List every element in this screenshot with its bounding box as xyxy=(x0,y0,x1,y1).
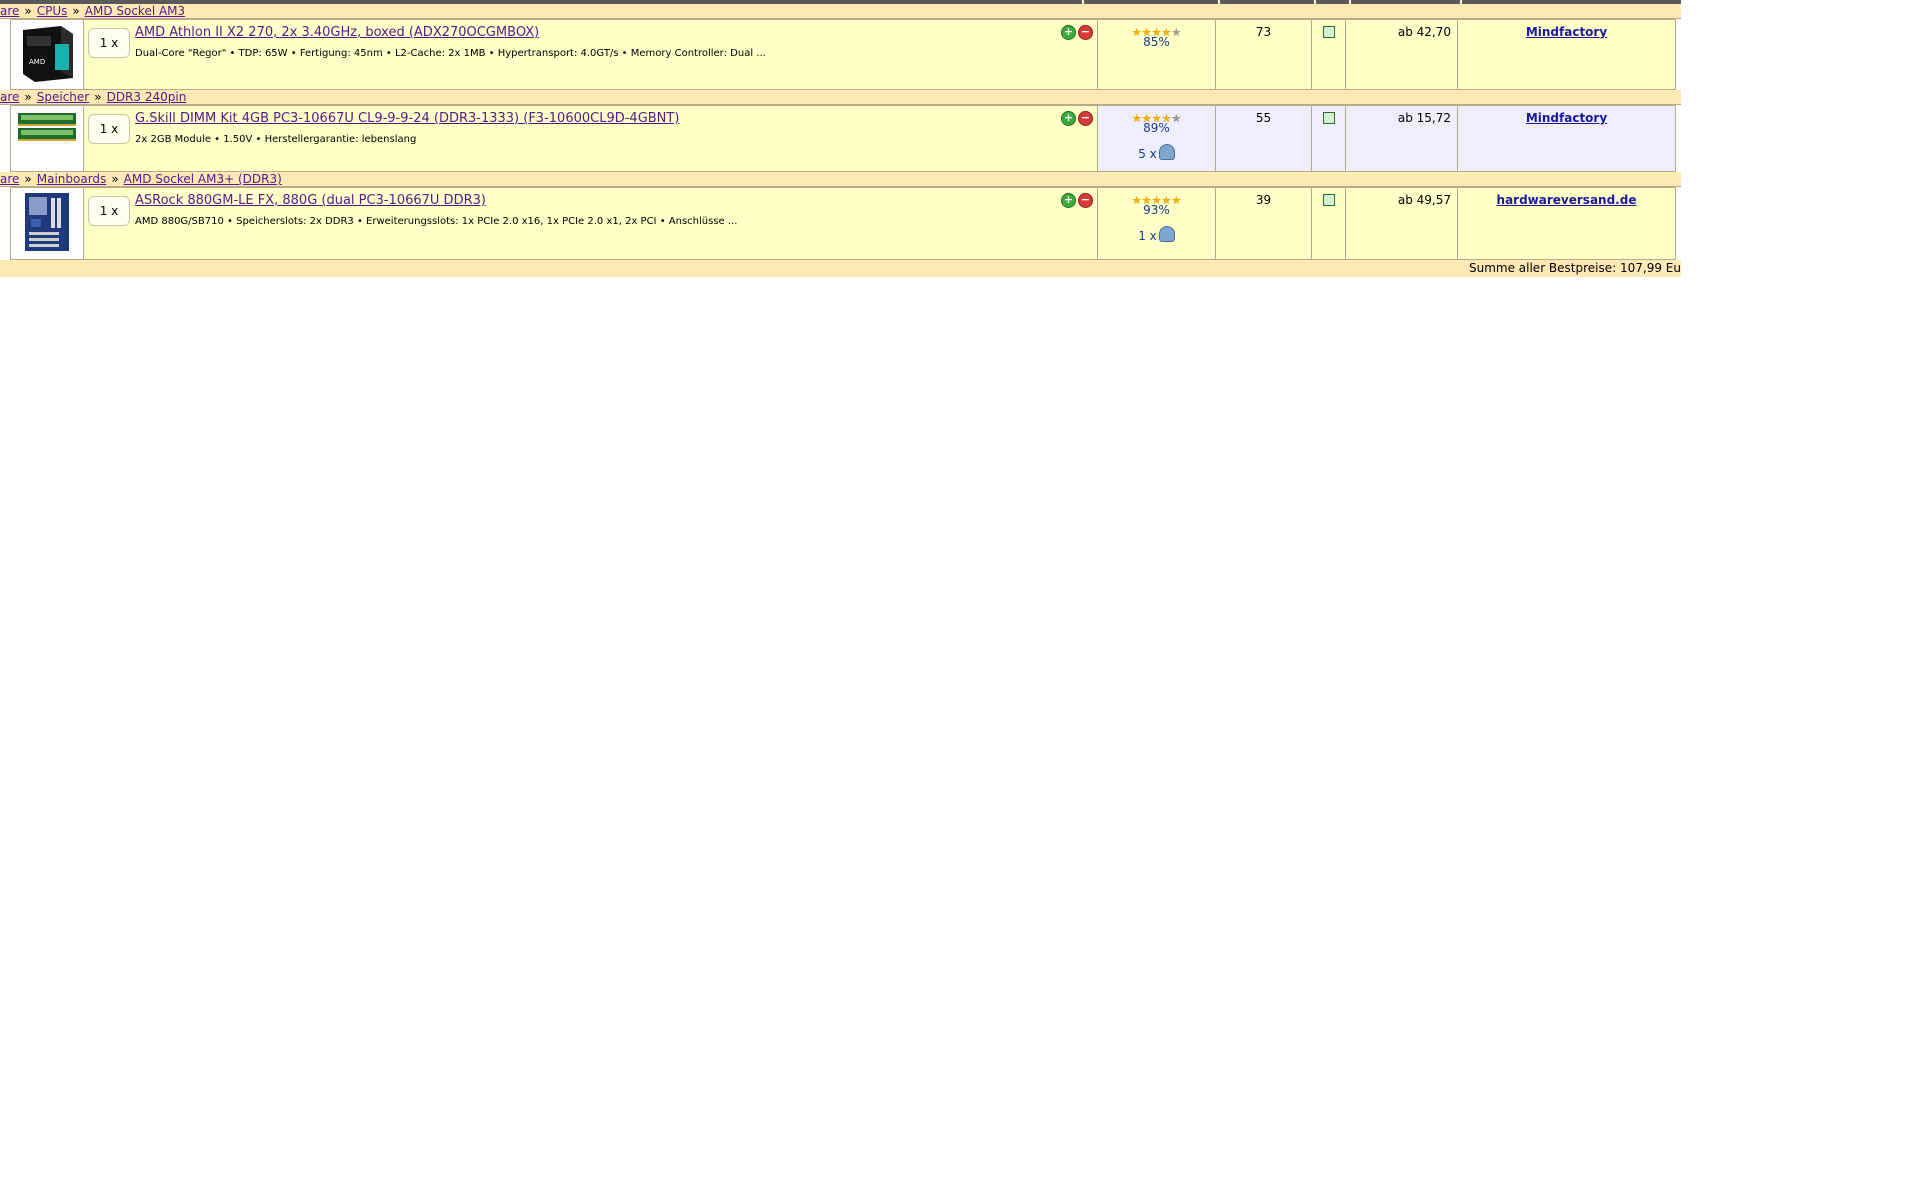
rating-cell: ★★★★★ 93% 1 x xyxy=(1097,187,1216,260)
rating-percent: 93% xyxy=(1143,203,1170,217)
breadcrumb-link[interactable]: Mainboards xyxy=(37,172,107,186)
star-icon: ★ xyxy=(1171,112,1182,125)
rating-cell: ★★★★★ 89% 5 x xyxy=(1097,105,1216,172)
rating-percent: 85% xyxy=(1143,35,1170,49)
shop-link[interactable]: Mindfactory xyxy=(1526,25,1607,39)
rating-percent: 89% xyxy=(1143,121,1170,135)
price-cell: ab 49,57 xyxy=(1345,187,1458,260)
product-image-cell xyxy=(10,105,84,172)
comparison-list: are» CPUs» AMD Sockel AM3 AMD 1 x AMD Athl… xyxy=(0,0,1681,277)
shop-cell: hardwareversand.de xyxy=(1457,187,1676,260)
star-icon: ★ xyxy=(1171,194,1182,207)
cpu-box-image[interactable]: AMD xyxy=(17,24,77,82)
count-cell: 39 xyxy=(1215,187,1312,260)
count-cell: 73 xyxy=(1215,19,1312,90)
qty-controls: + − xyxy=(1059,193,1093,208)
checkbox-cell xyxy=(1311,105,1346,172)
minus-icon[interactable]: − xyxy=(1078,25,1093,40)
quantity-field[interactable]: 1 x xyxy=(88,28,130,58)
shop-link[interactable]: hardwareversand.de xyxy=(1497,193,1637,207)
breadcrumb-link[interactable]: CPUs xyxy=(37,4,68,18)
star-icon: ★ xyxy=(1171,26,1182,39)
star-icon: ★ xyxy=(1131,26,1142,39)
select-checkbox[interactable] xyxy=(1322,194,1335,206)
shop-link[interactable]: Mindfactory xyxy=(1526,111,1607,125)
product-row: 1 x ASRock 880GM-LE FX, 880G (dual PC3-1… xyxy=(10,187,1676,260)
breadcrumb-link[interactable]: are xyxy=(0,90,19,104)
price-value: ab 49,57 xyxy=(1397,193,1451,207)
breadcrumb-link[interactable]: are xyxy=(0,172,19,186)
product-description: Dual-Core "Regor" • TDP: 65W • Fertigung… xyxy=(135,48,766,59)
user-icon xyxy=(1158,226,1175,242)
breadcrumb-link[interactable]: are xyxy=(0,4,19,18)
product-description: 2x 2GB Module • 1.50V • Herstellergarant… xyxy=(135,134,417,145)
review-count-label: 1 x xyxy=(1138,229,1157,243)
checkbox-cell xyxy=(1311,19,1346,90)
price-cell: ab 15,72 xyxy=(1345,105,1458,172)
quantity-field[interactable]: 1 x xyxy=(88,114,130,144)
product-description: AMD 880G/SB710 • Speicherslots: 2x DDR3 … xyxy=(135,216,738,227)
price-value: ab 42,70 xyxy=(1397,25,1451,39)
product-image-cell xyxy=(10,187,84,260)
price-value: ab 15,72 xyxy=(1397,111,1451,125)
count-value: 73 xyxy=(1255,25,1272,39)
svg-text:AMD: AMD xyxy=(29,58,45,66)
breadcrumb-link[interactable]: AMD Sockel AM3+ (DDR3) xyxy=(124,172,282,186)
select-checkbox[interactable] xyxy=(1322,112,1335,124)
star-icon: ★ xyxy=(1131,112,1142,125)
checkbox-cell xyxy=(1311,187,1346,260)
product-title-link[interactable]: G.Skill DIMM Kit 4GB PC3-10667U CL9-9-9-… xyxy=(135,111,679,126)
ram-modules-image[interactable] xyxy=(17,110,77,144)
product-image-cell: AMD xyxy=(10,19,84,90)
star-icon: ★ xyxy=(1131,194,1142,207)
breadcrumb-link[interactable]: Speicher xyxy=(37,90,89,104)
breadcrumb: are» CPUs» AMD Sockel AM3 xyxy=(0,4,1681,19)
qty-controls: + − xyxy=(1059,111,1093,126)
quantity-field[interactable]: 1 x xyxy=(88,196,130,226)
rating-cell: ★★★★★ 85% xyxy=(1097,19,1216,90)
review-count-label: 5 x xyxy=(1138,147,1157,161)
review-count[interactable]: 5 x xyxy=(1098,144,1215,161)
minus-icon[interactable]: − xyxy=(1078,193,1093,208)
user-icon xyxy=(1158,144,1175,160)
product-row: AMD 1 x AMD Athlon II X2 270, 2x 3.40GHz… xyxy=(10,19,1676,90)
plus-icon[interactable]: + xyxy=(1061,193,1076,208)
breadcrumb-link[interactable]: DDR3 240pin xyxy=(107,90,187,104)
breadcrumb: are» Speicher» DDR3 240pin xyxy=(0,90,1681,105)
breadcrumb-link[interactable]: AMD Sockel AM3 xyxy=(85,4,185,18)
minus-icon[interactable]: − xyxy=(1078,111,1093,126)
price-cell: ab 42,70 xyxy=(1345,19,1458,90)
shop-cell: Mindfactory xyxy=(1457,19,1676,90)
select-checkbox[interactable] xyxy=(1322,26,1335,38)
product-main-cell: 1 x G.Skill DIMM Kit 4GB PC3-10667U CL9-… xyxy=(83,105,1098,172)
count-cell: 55 xyxy=(1215,105,1312,172)
qty-controls: + − xyxy=(1059,25,1093,40)
review-count[interactable]: 1 x xyxy=(1098,226,1215,243)
shop-cell: Mindfactory xyxy=(1457,105,1676,172)
plus-icon[interactable]: + xyxy=(1061,111,1076,126)
product-title-link[interactable]: ASRock 880GM-LE FX, 880G (dual PC3-10667… xyxy=(135,193,486,208)
count-value: 39 xyxy=(1255,193,1272,207)
product-main-cell: 1 x AMD Athlon II X2 270, 2x 3.40GHz, bo… xyxy=(83,19,1098,90)
motherboard-image[interactable] xyxy=(17,192,77,252)
breadcrumb: are» Mainboards» AMD Sockel AM3+ (DDR3) xyxy=(0,172,1681,187)
product-main-cell: 1 x ASRock 880GM-LE FX, 880G (dual PC3-1… xyxy=(83,187,1098,260)
plus-icon[interactable]: + xyxy=(1061,25,1076,40)
product-row: 1 x G.Skill DIMM Kit 4GB PC3-10667U CL9-… xyxy=(10,105,1676,172)
product-title-link[interactable]: AMD Athlon II X2 270, 2x 3.40GHz, boxed … xyxy=(135,25,539,40)
price-summary: Summe aller Bestpreise: 107,99 Eu xyxy=(0,260,1681,277)
count-value: 55 xyxy=(1255,111,1272,125)
